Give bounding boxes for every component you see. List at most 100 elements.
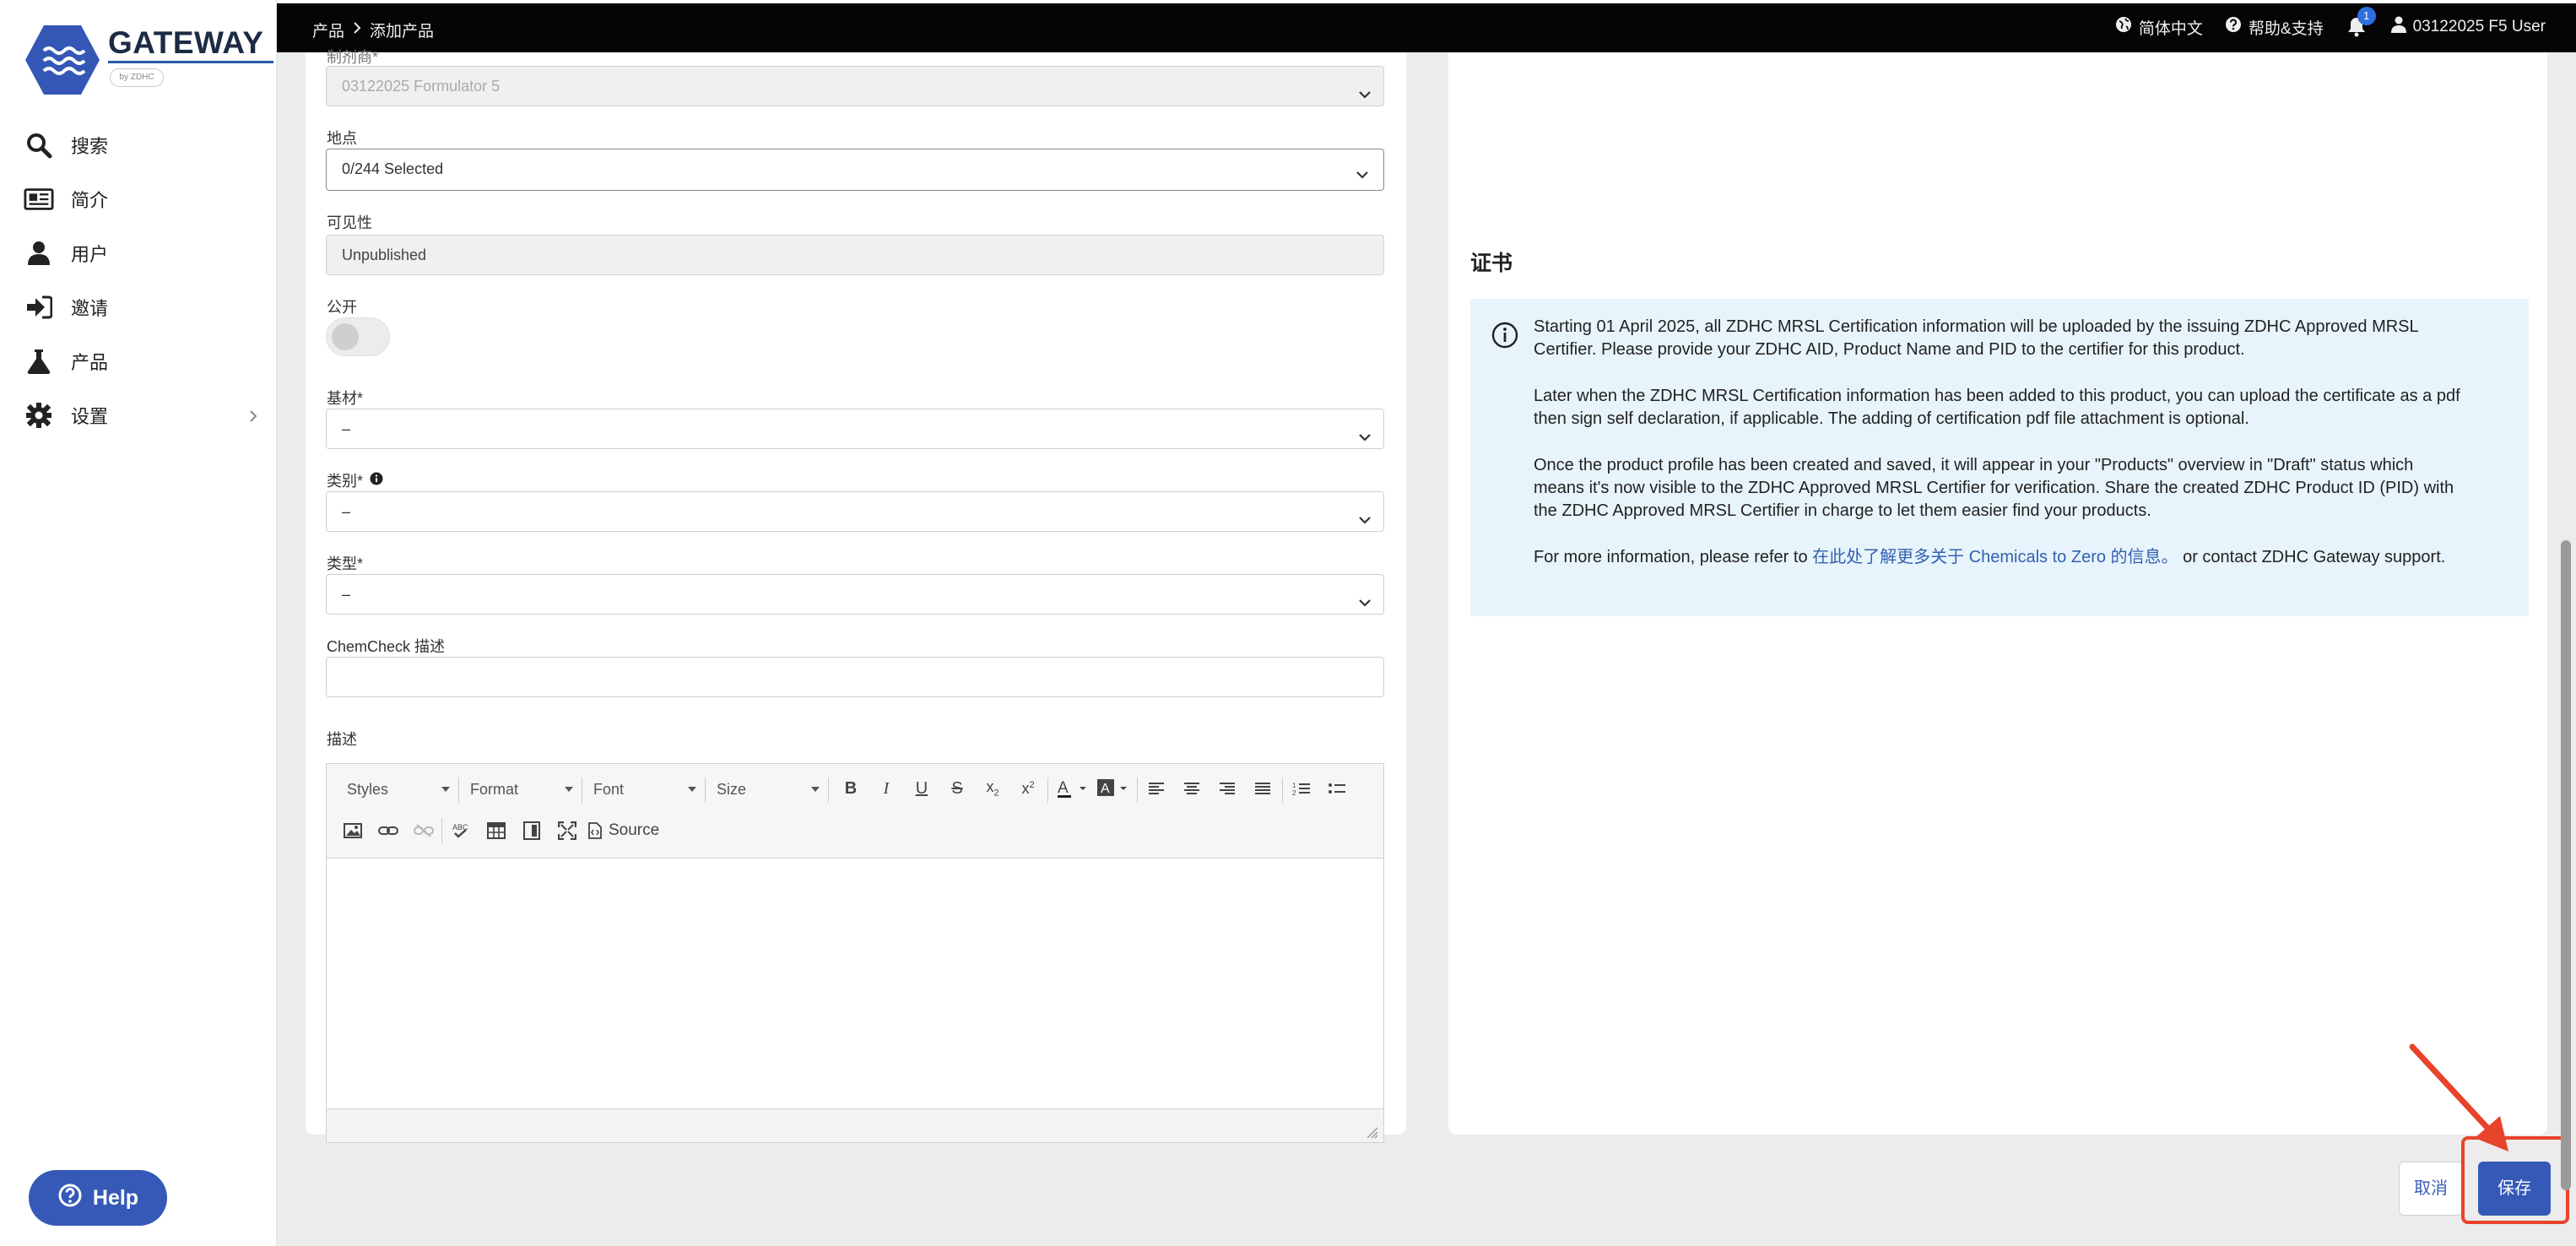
category-select[interactable]: – <box>326 491 1384 532</box>
size-label: Size <box>717 781 747 798</box>
insert-link-button[interactable] <box>374 816 403 845</box>
bulleted-list-icon <box>1329 783 1345 794</box>
format-dropdown[interactable]: Format <box>462 776 576 803</box>
location-label: 地点 <box>327 130 357 147</box>
size-dropdown[interactable]: Size <box>708 776 823 803</box>
underline-button[interactable]: U <box>907 774 936 803</box>
certificate-panel: 证书 Starting 01 April 2025, all ZDHC MRSL… <box>1448 52 2547 1135</box>
question-circle-icon <box>57 1183 83 1214</box>
font-dropdown[interactable]: Font <box>585 776 700 803</box>
flask-icon <box>24 346 54 377</box>
type-select[interactable]: – <box>326 574 1384 615</box>
text-color-icon: A <box>1058 779 1086 798</box>
description-editor: Styles Format Font Size B I U S x2 x2 A … <box>326 763 1384 1143</box>
spellcheck-button[interactable]: ABC <box>446 816 475 845</box>
bell-icon <box>2346 18 2368 41</box>
source-button[interactable]: Source <box>588 816 673 845</box>
brand-underline <box>108 61 273 63</box>
cancel-button[interactable]: 取消 <box>2399 1162 2463 1216</box>
breadcrumb-products[interactable]: 产品 <box>312 19 344 41</box>
maximize-button[interactable] <box>553 816 582 845</box>
text-color-button[interactable]: A <box>1054 774 1091 803</box>
substrate-label: 基材* <box>327 390 364 407</box>
strikethrough-icon: S <box>951 778 963 798</box>
format-label: Format <box>470 781 519 798</box>
sidebar-item-label: 邀请 <box>71 298 109 319</box>
subscript-icon: x2 <box>986 778 999 799</box>
substrate-select[interactable]: – <box>326 409 1384 449</box>
align-center-button[interactable] <box>1177 774 1206 803</box>
unlink-button[interactable] <box>409 816 438 845</box>
profile-icon <box>24 184 54 214</box>
logo-hexagon-icon <box>25 25 100 95</box>
globe-icon <box>2115 16 2132 38</box>
table-icon <box>487 822 506 839</box>
italic-icon: I <box>883 778 890 798</box>
page-scrollbar[interactable] <box>2561 540 2571 1190</box>
help-label: Help <box>92 1185 139 1210</box>
underline-icon: U <box>915 778 928 798</box>
editor-content-area[interactable] <box>327 859 1383 1110</box>
chevron-right-icon <box>248 407 258 429</box>
numbered-list-button[interactable]: 12 <box>1287 774 1316 803</box>
strikethrough-button[interactable]: S <box>943 774 971 803</box>
public-toggle[interactable] <box>326 317 390 356</box>
background-color-button[interactable]: A <box>1095 774 1132 803</box>
italic-button[interactable]: I <box>872 774 901 803</box>
background-color-icon: A <box>1097 779 1127 796</box>
chemicals-to-zero-link[interactable]: 在此处了解更多关于 Chemicals to Zero 的信息。 <box>1812 548 2178 566</box>
sidebar: GATEWAY by ZDHC 搜索 简介 用户 邀请 产品 设置 Help <box>0 0 277 1246</box>
sidebar-item-invite[interactable]: 邀请 <box>0 280 277 334</box>
editor-status-bar <box>327 1108 1383 1142</box>
chevron-right-icon <box>353 21 361 40</box>
sidebar-item-label: 用户 <box>71 244 109 265</box>
insert-image-button[interactable] <box>338 816 367 845</box>
info-icon[interactable] <box>370 472 383 490</box>
gateway-logo[interactable]: GATEWAY by ZDHC <box>25 24 273 96</box>
align-right-button[interactable] <box>1213 774 1242 803</box>
align-left-button[interactable] <box>1142 774 1171 803</box>
superscript-button[interactable]: x2 <box>1014 774 1042 803</box>
chemcheck-input[interactable] <box>326 657 1384 697</box>
align-left-icon <box>1149 783 1164 794</box>
toggle-knob <box>332 323 359 350</box>
sidebar-item-search[interactable]: 搜索 <box>0 118 277 172</box>
dropdown-arrow-icon <box>688 787 696 792</box>
location-select[interactable]: 0/244 Selected <box>326 149 1384 191</box>
show-blocks-button[interactable] <box>517 816 546 845</box>
source-icon <box>588 822 602 839</box>
sidebar-item-label: 产品 <box>71 352 109 373</box>
certificate-title: 证书 <box>1470 252 1513 275</box>
invite-icon <box>24 292 54 322</box>
language-selector[interactable]: 简体中文 <box>2115 16 2203 39</box>
public-label: 公开 <box>327 299 357 316</box>
chevron-down-icon <box>1356 421 1373 460</box>
help-support-link[interactable]: 帮助&支持 <box>2225 16 2324 39</box>
insert-table-button[interactable] <box>482 816 511 845</box>
formulator-value: 03122025 Formulator 5 <box>342 78 501 95</box>
align-right-icon <box>1220 783 1235 794</box>
toolbar-separator <box>1282 777 1283 803</box>
sidebar-item-users[interactable]: 用户 <box>0 226 277 280</box>
bold-button[interactable]: B <box>836 774 865 803</box>
toolbar-separator <box>828 777 829 803</box>
brand-badge: by ZDHC <box>110 68 164 87</box>
justify-button[interactable] <box>1248 774 1277 803</box>
visibility-field: Unpublished <box>326 235 1384 275</box>
chevron-down-icon <box>1356 79 1373 117</box>
styles-dropdown[interactable]: Styles <box>338 776 453 803</box>
help-button[interactable]: Help <box>29 1170 167 1226</box>
user-menu[interactable]: 03122025 F5 User <box>2390 16 2546 38</box>
notifications-button[interactable]: 1 <box>2346 7 2376 41</box>
location-value: 0/244 Selected <box>342 160 444 177</box>
font-label: Font <box>593 781 625 798</box>
styles-label: Styles <box>347 781 389 798</box>
sidebar-item-profile[interactable]: 简介 <box>0 172 277 226</box>
toolbar-separator <box>705 777 706 803</box>
subscript-button[interactable]: x2 <box>978 774 1007 803</box>
bulleted-list-button[interactable] <box>1323 774 1351 803</box>
sidebar-item-products[interactable]: 产品 <box>0 334 277 388</box>
toolbar-separator <box>1137 777 1138 803</box>
sidebar-item-settings[interactable]: 设置 <box>0 388 277 442</box>
resize-handle-icon[interactable] <box>1366 1127 1378 1139</box>
